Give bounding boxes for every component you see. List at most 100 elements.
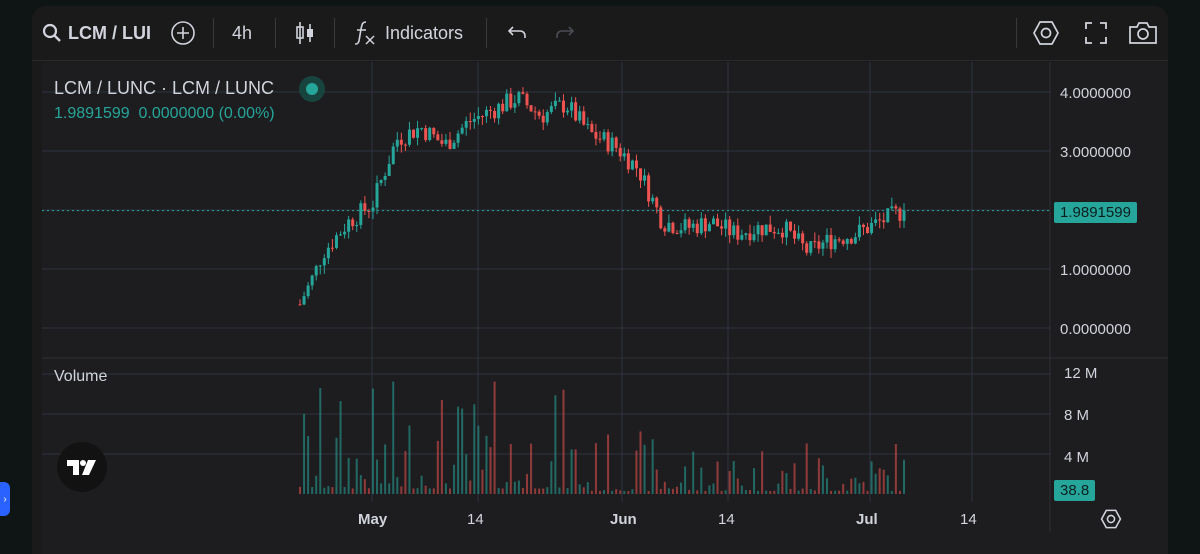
candle-body [424, 128, 428, 140]
current-price-badge: 1.9891599 [1054, 202, 1137, 223]
indicators-button[interactable]: Indicators [354, 6, 463, 60]
candle-body [821, 242, 825, 249]
volume-bar [311, 487, 314, 494]
tradingview-logo[interactable] [57, 442, 107, 492]
volume-bar [631, 489, 634, 494]
volume-bar [651, 439, 654, 494]
volume-bar [339, 401, 342, 494]
interval-button[interactable]: 4h [232, 6, 252, 60]
screenshot-button[interactable] [1128, 6, 1158, 60]
candle-body [764, 224, 768, 236]
volume-bar [846, 490, 849, 494]
volume-bar [477, 425, 480, 494]
volume-bar [830, 490, 833, 494]
volume-bar [809, 489, 812, 494]
toolbar-divider [334, 18, 335, 48]
volume-bar [793, 463, 796, 494]
candle-body [330, 247, 334, 249]
candle-body [833, 239, 837, 250]
time-tick: Jun [610, 511, 637, 528]
current-volume-badge: 38.8 [1054, 480, 1096, 501]
candle-body [711, 218, 715, 225]
volume-bar [627, 490, 630, 494]
candle-body [671, 222, 675, 234]
candle-body [813, 241, 817, 243]
candle-body [318, 265, 322, 267]
volume-bar [842, 483, 845, 494]
candle-body [634, 160, 638, 169]
candle-body [740, 235, 744, 240]
volume-bar [566, 488, 569, 494]
time-tick: Jul [856, 511, 878, 528]
fullscreen-button[interactable] [1084, 6, 1108, 60]
candle-body [780, 232, 784, 238]
volume-bar [396, 477, 399, 494]
volume-bar [570, 449, 573, 494]
candle-body [748, 233, 752, 241]
price-tick: 1.0000000 [1060, 262, 1131, 279]
volume-bar [574, 449, 577, 494]
candle-body [493, 111, 497, 119]
volume-bar [303, 413, 306, 494]
redo-button[interactable] [554, 6, 576, 60]
volume-bar [655, 469, 658, 494]
candle-body [602, 132, 606, 140]
candle-body [890, 206, 894, 209]
chart-settings-button[interactable] [1032, 6, 1060, 60]
candle-body [489, 109, 493, 112]
chart-app: LCM / LUI 4h Indicators LCM / LUNC · LCM… [32, 6, 1168, 554]
candle-body [857, 224, 861, 238]
legend-symbol: LCM / LUNC · LCM / LUNC [54, 77, 275, 98]
candle-body [590, 123, 594, 132]
volume-bar [834, 490, 837, 494]
volume-bar [355, 458, 358, 494]
candle-body [509, 93, 513, 108]
volume-bar [416, 488, 419, 494]
volume-bar [526, 473, 529, 494]
candle-body [756, 225, 760, 235]
toolbar-divider [275, 18, 276, 48]
market-status-icon[interactable] [299, 76, 326, 102]
volume-bar [611, 490, 614, 494]
chart-pane[interactable] [42, 62, 1168, 554]
volume-bar [376, 459, 379, 494]
candle-body [703, 218, 707, 232]
volume-bar [384, 444, 387, 494]
candle-body [667, 222, 671, 232]
chart-type-button[interactable] [294, 6, 316, 60]
toolbar-divider [1016, 18, 1017, 48]
time-tick: 14 [960, 511, 977, 528]
volume-bar [744, 490, 747, 494]
time-axis-settings-button[interactable] [1100, 508, 1122, 535]
volume-bar [408, 425, 411, 494]
volume-bar [481, 469, 484, 494]
candle-body [359, 203, 363, 225]
volume-bar [461, 408, 464, 494]
candle-body [788, 221, 792, 231]
candle-body [675, 233, 679, 235]
candle-body [448, 139, 452, 149]
candle-body [736, 225, 740, 240]
volume-bar [667, 488, 670, 494]
candle-body [797, 233, 801, 239]
status-dot [306, 83, 319, 95]
volume-bar [473, 404, 476, 494]
chart-legend-title: LCM / LUNC · LCM / LUNC [54, 76, 326, 102]
symbol-search-button[interactable]: LCM / LUI [42, 6, 151, 60]
candle-body [314, 266, 318, 276]
sidebar-expand-handle[interactable]: › [0, 482, 10, 516]
candle-body [849, 238, 853, 244]
volume-bar [347, 457, 350, 494]
candle-body [809, 241, 813, 253]
add-symbol-button[interactable] [170, 6, 196, 60]
volume-bar [736, 478, 739, 494]
volume-bar [870, 461, 873, 494]
volume-bar [343, 487, 346, 494]
candle-body [403, 144, 407, 146]
undo-button[interactable] [506, 6, 528, 60]
price-tick: 4.0000000 [1060, 85, 1131, 102]
volume-bar [643, 444, 646, 494]
candle-body [310, 275, 314, 286]
toolbar-divider [213, 18, 214, 48]
volume-tick: 4 M [1064, 449, 1090, 466]
